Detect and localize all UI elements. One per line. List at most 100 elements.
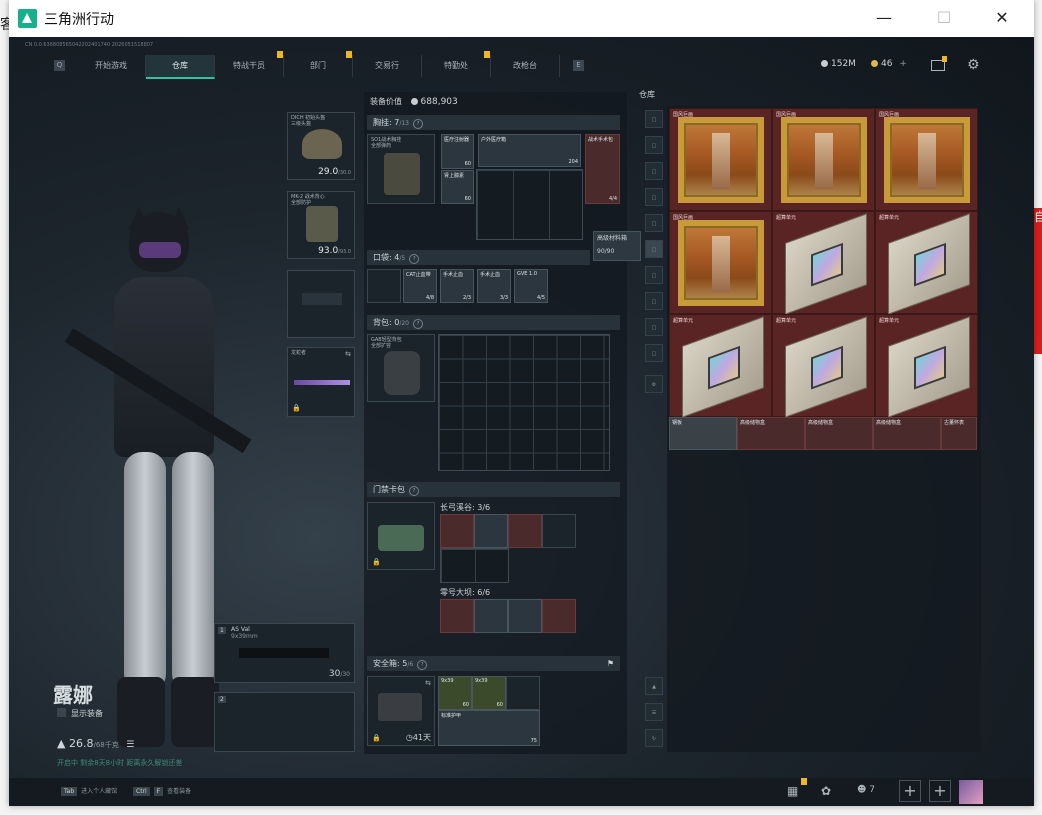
warehouse-tab-icon[interactable]: □ [645, 292, 663, 310]
tab-gunsmith[interactable]: 改枪台 [491, 55, 560, 77]
warehouse-stack-icon[interactable]: ☰ [645, 703, 663, 721]
armor-slot[interactable]: MK-2 战术背心 全部防护 93.0/93.0 [287, 191, 355, 259]
warehouse-small-item[interactable]: 古董怀表 [941, 417, 977, 450]
pocket-item[interactable]: CAT止血带 4/8 [403, 269, 437, 303]
warehouse-compute-unit[interactable]: 超算单元 [875, 314, 978, 418]
pistol-slot[interactable] [287, 270, 355, 338]
pocket-item[interactable]: 手术止血 2/3 [440, 269, 474, 303]
secondary-weapon-slot[interactable]: 2 [214, 692, 355, 752]
add-token-button[interactable]: + [899, 59, 907, 69]
keycase-slot[interactable]: 🔒 [367, 502, 435, 570]
weight-max: /68千克 [93, 741, 119, 749]
keycase-info-icon[interactable]: ? [409, 486, 419, 496]
pocket-slot-empty[interactable] [367, 269, 401, 303]
warehouse-painting[interactable]: 国风巨画 [669, 108, 772, 211]
keycard-empty[interactable] [542, 514, 576, 548]
secure-info-icon[interactable]: ? [417, 660, 428, 670]
game-viewport: CN 0.0.636808565042202401740 20260515188… [9, 37, 1034, 806]
hint-gear[interactable]: Ctrl F 查看装备 [133, 786, 191, 796]
chest-item[interactable]: 医疗注射器 60 [441, 134, 474, 169]
add-squad-button[interactable]: + [929, 780, 951, 802]
warehouse-painting[interactable]: 国风巨画 [772, 108, 875, 211]
warehouse-tab-icon[interactable]: □ [645, 344, 663, 362]
chest-info-icon[interactable]: ? [413, 119, 423, 129]
minimize-button[interactable]: — [862, 6, 906, 30]
warehouse-small-item[interactable]: 高级储物盒 [873, 417, 941, 450]
warehouse-tab-icon[interactable]: □ [645, 162, 663, 180]
pocket-info-icon[interactable]: ? [409, 254, 420, 264]
show-gear-toggle[interactable]: 显示装备 [57, 708, 103, 719]
chest-empty-slots[interactable] [476, 169, 583, 240]
backpack-grid[interactable] [438, 334, 610, 471]
helmet-slot[interactable]: DICH 初始头盔 三级头盔 29.0/30.0 [287, 112, 355, 180]
warehouse-compute-unit[interactable]: 超算单元 [772, 211, 875, 315]
keycard-item[interactable] [508, 514, 542, 548]
swap-icon[interactable]: ⇆ [345, 350, 351, 358]
melee-slot[interactable]: 龙蛇者 ⇆ 🔒 [287, 347, 355, 417]
warehouse-recycle-icon[interactable]: ↻ [645, 729, 663, 747]
secure-empty[interactable] [506, 676, 540, 710]
bird-icon[interactable]: ✿ [821, 784, 831, 798]
stats-icon[interactable]: ▦ [787, 784, 798, 798]
warehouse-painting[interactable]: 国风巨画 [669, 211, 772, 314]
keycard-item[interactable] [474, 599, 508, 633]
tab-special-ops[interactable]: 特勤处 [422, 55, 491, 77]
keycard-item[interactable] [474, 514, 508, 548]
secure-item[interactable]: 标准护甲 75 [438, 710, 540, 746]
add-squad-button[interactable]: + [899, 780, 921, 802]
keycard-item[interactable] [508, 599, 542, 633]
warehouse-compute-unit[interactable]: 超算单元 [669, 314, 772, 418]
keycard-item[interactable] [440, 514, 474, 548]
warehouse-compute-unit[interactable]: 超算单元 [772, 314, 875, 418]
settings-gear-icon[interactable]: ⚙ [967, 57, 980, 73]
keycard-item[interactable] [440, 599, 474, 633]
pin-icon[interactable]: ⚑ [607, 656, 614, 671]
secure-box-slot[interactable]: ⇆ 🔒 ◷41天 [367, 676, 435, 746]
warehouse-small-item[interactable]: 高级储物盒 [805, 417, 873, 450]
hint-collection[interactable]: Tab 进入个人藏馆 [61, 786, 117, 796]
tab-warehouse[interactable]: 仓库 [146, 55, 215, 79]
warehouse-tab-icon[interactable]: □ [645, 136, 663, 154]
warehouse-tab-icon[interactable]: □ [645, 188, 663, 206]
secure-item[interactable]: 9x39 60 [472, 676, 506, 710]
maximize-button[interactable]: ☐ [922, 6, 966, 30]
backpack-slot[interactable]: GAB轻型背包 全部扩容 [367, 334, 435, 402]
chest-item[interactable]: 战术手术包 4/4 [585, 134, 620, 204]
warehouse-small-item[interactable]: 高级储物盒 [737, 417, 805, 450]
secure-item[interactable]: 9x39 60 [438, 676, 472, 710]
character-leg-right [172, 452, 214, 692]
backpack-info-icon[interactable]: ? [413, 319, 423, 329]
chest-item[interactable]: 肾上腺素 60 [441, 170, 474, 204]
secure-swap-icon[interactable]: ⇆ [425, 679, 431, 687]
tab-trading[interactable]: 交易行 [353, 55, 422, 77]
weight-detail-icon[interactable]: ☰ [126, 740, 134, 750]
keycard-empty-slots[interactable] [440, 548, 509, 583]
warehouse-compute-unit[interactable]: 超算单元 [875, 211, 978, 315]
chest-rig-slot[interactable]: SO1战术胸挂 全部弹药 [367, 134, 435, 204]
friends-button[interactable]: ☻ 7 [857, 785, 875, 795]
close-button[interactable]: ✕ [980, 6, 1024, 30]
app-logo-icon [18, 9, 37, 28]
primary-weapon-icon [239, 648, 329, 658]
tab-start-game[interactable]: 开始游戏 [77, 55, 146, 77]
warehouse-tab-icon[interactable]: □ [645, 318, 663, 336]
tab-operators[interactable]: 特战干员 [215, 55, 284, 77]
warehouse-small-item[interactable]: 钢板 [669, 417, 737, 450]
chest-item[interactable]: 户外医疗箱 204 [478, 134, 581, 167]
keycard-item[interactable] [542, 599, 576, 633]
nav-prev-key[interactable]: Q [54, 60, 65, 71]
player-avatar[interactable] [959, 780, 983, 804]
warehouse-tab-icon[interactable]: □ [645, 214, 663, 232]
pocket-item[interactable]: GVE 1.0 4/5 [514, 269, 548, 303]
nav-next-key[interactable]: E [573, 60, 584, 71]
pocket-item[interactable]: 手术止血 3/3 [477, 269, 511, 303]
tab-department[interactable]: 部门 [284, 55, 353, 77]
warehouse-tab-icon[interactable]: □ [645, 240, 663, 258]
primary-weapon-slot[interactable]: 1 AS Val 9x39mm 30/30 [214, 623, 355, 683]
warehouse-settings-icon[interactable]: ⚙ [645, 375, 663, 393]
show-gear-checkbox[interactable] [57, 708, 66, 717]
warehouse-painting[interactable]: 国风巨画 [875, 108, 978, 211]
warehouse-tab-icon[interactable]: □ [645, 110, 663, 128]
warehouse-tab-icon[interactable]: □ [645, 266, 663, 284]
warehouse-sort-icon[interactable]: ▲ [645, 677, 663, 695]
